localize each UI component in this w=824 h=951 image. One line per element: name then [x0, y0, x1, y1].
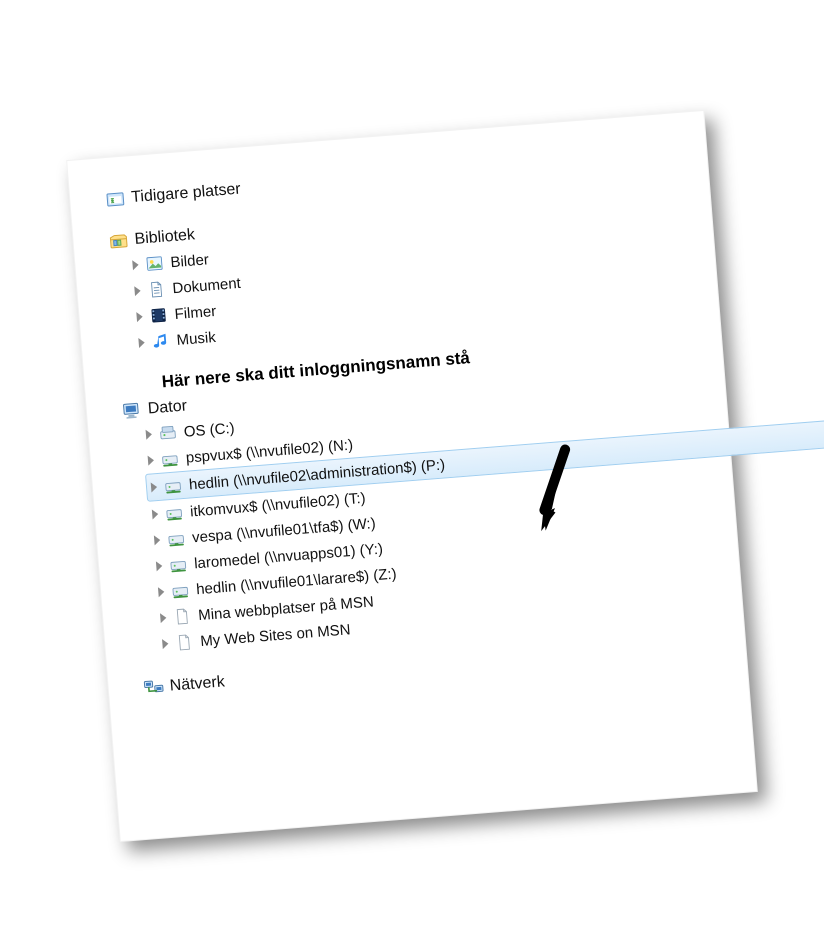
library-item-label: Filmer: [174, 302, 217, 322]
expander-icon[interactable]: [154, 534, 161, 544]
page-icon: [174, 631, 196, 653]
expander-icon[interactable]: [146, 429, 153, 439]
expander-icon[interactable]: [132, 259, 139, 269]
recent-places-icon: [105, 188, 127, 210]
network-label: Nätverk: [169, 673, 225, 695]
expander-icon[interactable]: [160, 612, 167, 622]
network-drive-icon: [163, 502, 185, 524]
libraries-icon: [108, 230, 130, 252]
expander-icon[interactable]: [158, 586, 165, 596]
computer-icon: [121, 400, 143, 422]
network-drive-icon: [165, 527, 187, 549]
expander-icon[interactable]: [136, 311, 143, 321]
expander-icon[interactable]: [156, 560, 163, 570]
library-item-label: Bilder: [170, 250, 210, 270]
recent-places-label: Tidigare platser: [131, 180, 242, 207]
expander-icon[interactable]: [162, 638, 169, 648]
network-drive-icon: [162, 475, 184, 497]
film-icon: [148, 304, 170, 326]
library-item-label: Dokument: [172, 274, 241, 296]
explorer-navigation-pane: Tidigare platser Bibliotek: [66, 109, 758, 841]
expander-icon[interactable]: [148, 455, 155, 465]
computer-label: Dator: [147, 397, 187, 418]
network-drive-icon: [159, 448, 181, 470]
library-item-label: Musik: [176, 328, 216, 348]
drive-label: OS (C:): [183, 419, 235, 440]
hdd-icon: [157, 422, 179, 444]
expander-icon[interactable]: [138, 337, 145, 347]
network-drive-icon: [170, 579, 192, 601]
expander-icon[interactable]: [152, 509, 159, 519]
music-icon: [150, 330, 172, 352]
picture-icon: [144, 252, 166, 274]
libraries-label: Bibliotek: [134, 226, 196, 249]
document-icon: [146, 278, 168, 300]
expander-icon[interactable]: [134, 285, 141, 295]
network-drive-icon: [167, 553, 189, 575]
page-icon: [172, 605, 194, 627]
network-icon: [143, 677, 165, 699]
expander-icon[interactable]: [151, 482, 158, 492]
